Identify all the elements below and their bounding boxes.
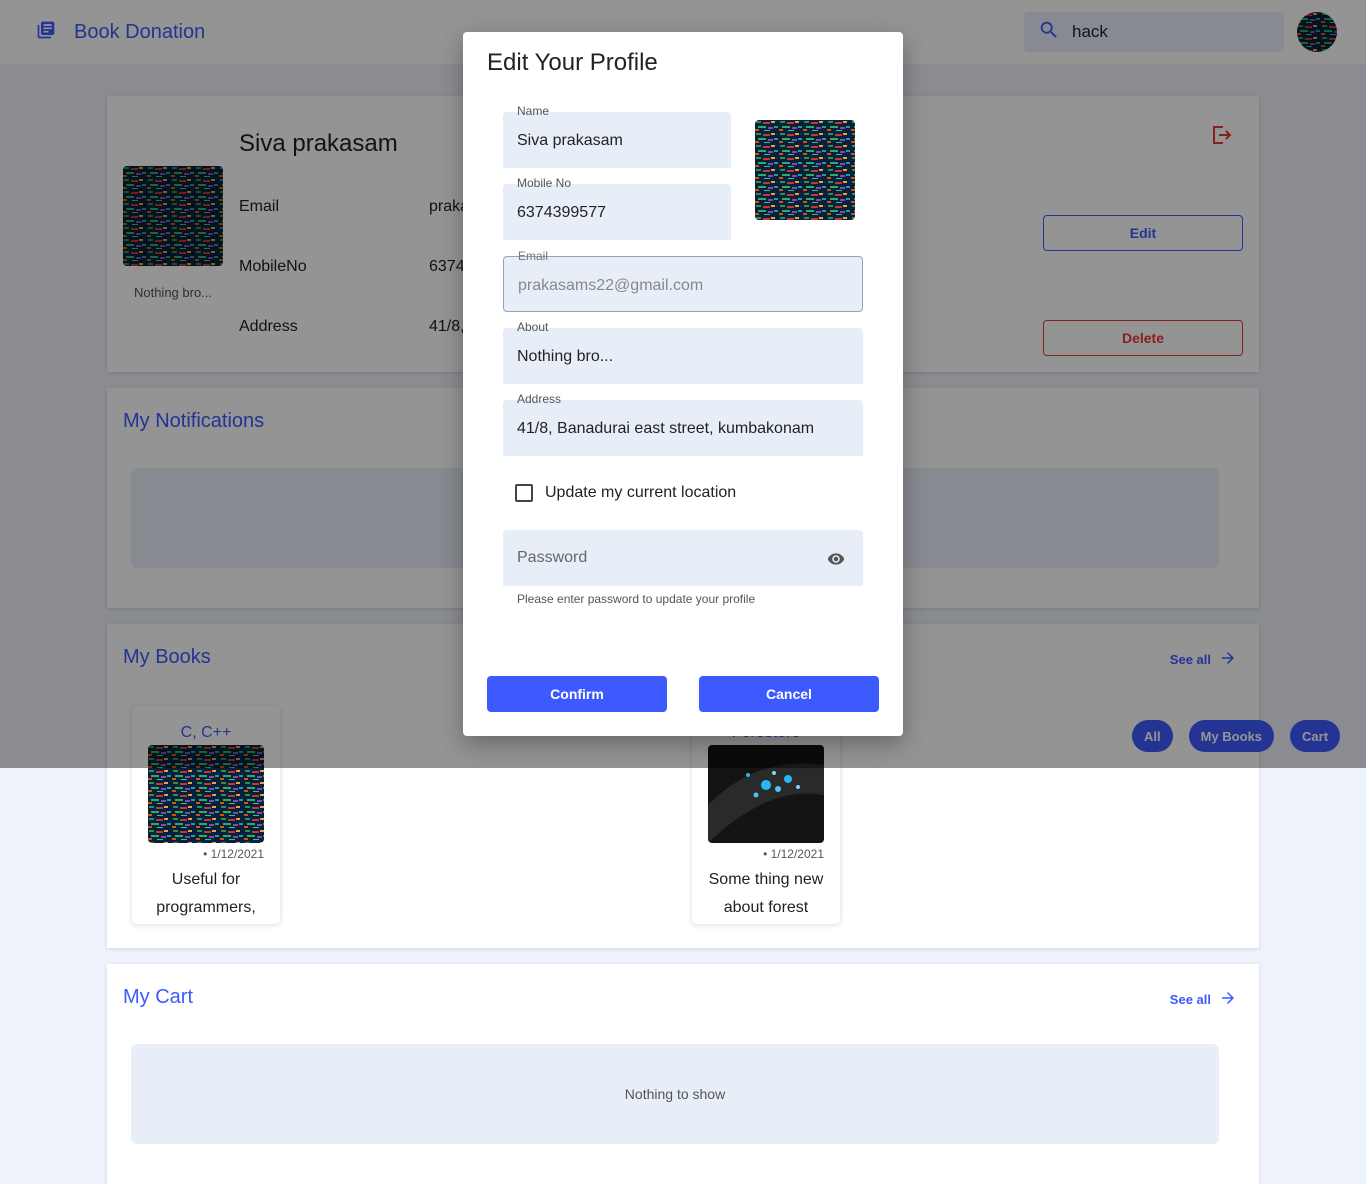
cart-see-all-button[interactable]: See all (1170, 989, 1237, 1010)
profile-picture-upload[interactable] (755, 120, 855, 220)
mobile-value: 6374399577 (517, 204, 606, 221)
confirm-button[interactable]: Confirm (487, 676, 667, 712)
arrow-right-icon (1219, 989, 1237, 1010)
my-cart-title: My Cart (123, 986, 193, 1008)
edit-profile-dialog: Edit Your Profile Name Siva prakasam Mob… (463, 32, 903, 736)
mobile-field[interactable]: Mobile No 6374399577 (503, 176, 731, 240)
book-description: Useful for programmers, (156, 871, 256, 916)
address-field[interactable]: Address 41/8, Banadurai east street, kum… (503, 392, 863, 456)
eye-icon[interactable] (827, 550, 845, 573)
mobile-label: Mobile No (517, 176, 572, 190)
dialog-title: Edit Your Profile (487, 49, 658, 76)
book-description: Some thing new about forest (708, 871, 824, 916)
password-field[interactable]: Password (503, 530, 863, 586)
address-label: Address (517, 392, 562, 406)
email-label: Email (518, 249, 549, 263)
name-label: Name (517, 104, 550, 118)
about-value: Nothing bro... (517, 348, 614, 365)
cancel-button[interactable]: Cancel (699, 676, 879, 712)
my-cart-card: My Cart See all Nothing to show (107, 964, 1259, 1184)
name-field[interactable]: Name Siva prakasam (503, 104, 731, 168)
location-checkbox[interactable] (515, 484, 533, 502)
email-value: prakasams22@gmail.com (518, 277, 704, 294)
see-all-label: See all (1169, 992, 1211, 1007)
address-value: 41/8, Banadurai east street, kumbakonam (517, 420, 815, 437)
name-value: Siva prakasam (517, 132, 623, 149)
password-helper-text: Please enter password to update your pro… (517, 592, 756, 606)
location-checkbox-label: Update my current location (545, 484, 737, 501)
password-placeholder: Password (517, 549, 588, 566)
book-date: • 1/12/2021 (203, 847, 264, 861)
book-date: • 1/12/2021 (763, 847, 824, 861)
cart-empty: Nothing to show (131, 1044, 1219, 1144)
location-checkbox-row[interactable]: Update my current location (515, 484, 736, 502)
about-label: About (517, 320, 549, 334)
about-field[interactable]: About Nothing bro... (503, 320, 863, 384)
email-field: Email prakasams22@gmail.com (503, 249, 863, 312)
